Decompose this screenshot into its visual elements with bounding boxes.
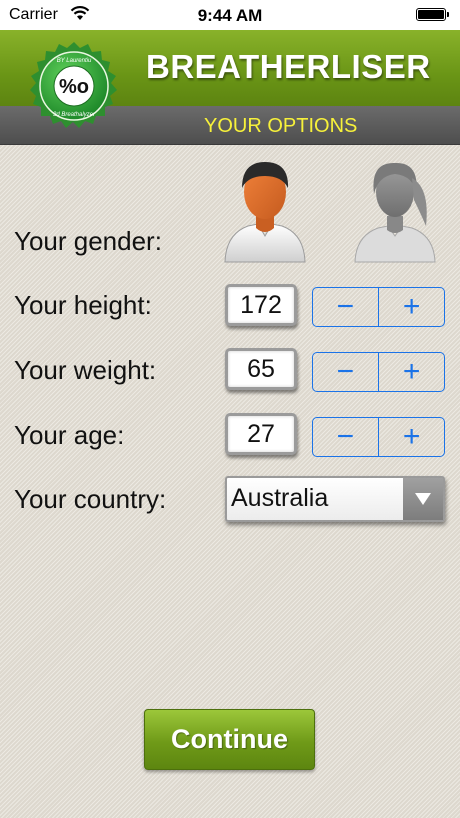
dropdown-button[interactable] xyxy=(403,478,443,520)
weight-value[interactable]: 65 xyxy=(225,348,297,390)
weight-stepper: − + xyxy=(312,352,445,392)
svg-text:%o: %o xyxy=(59,76,89,98)
female-avatar-icon[interactable] xyxy=(350,154,440,266)
age-label: Your age: xyxy=(14,420,125,450)
svg-text:BY Laurentiu: BY Laurentiu xyxy=(57,58,92,64)
height-decrement-button[interactable]: − xyxy=(313,288,378,326)
country-selected-value: Australia xyxy=(231,484,329,512)
chevron-down-icon xyxy=(415,493,431,505)
country-label: Your country: xyxy=(14,484,167,514)
gender-label: Your gender: xyxy=(14,226,162,256)
age-value[interactable]: 27 xyxy=(225,413,297,455)
status-bar: Carrier 9:44 AM xyxy=(0,0,460,30)
height-value[interactable]: 172 xyxy=(225,284,297,326)
height-stepper: − + xyxy=(312,287,445,327)
male-avatar-icon[interactable] xyxy=(220,154,310,266)
battery-icon xyxy=(416,8,449,21)
age-increment-button[interactable]: + xyxy=(379,418,444,456)
weight-label: Your weight: xyxy=(14,355,157,385)
age-decrement-button[interactable]: − xyxy=(313,418,378,456)
country-select[interactable]: Australia xyxy=(225,476,445,522)
height-increment-button[interactable]: + xyxy=(379,288,444,326)
clock: 9:44 AM xyxy=(197,6,263,25)
continue-button[interactable]: Continue xyxy=(144,709,315,770)
height-label: Your height: xyxy=(14,290,152,320)
age-stepper: − + xyxy=(312,417,445,457)
weight-increment-button[interactable]: + xyxy=(379,353,444,391)
app-title: BREATHERLISER xyxy=(146,48,431,85)
page-title: YOUR OPTIONS xyxy=(204,115,358,137)
app-logo: %o BY Laurentiu 3d Breathalyzer xyxy=(30,42,117,128)
weight-decrement-button[interactable]: − xyxy=(313,353,378,391)
svg-text:3d Breathalyzer: 3d Breathalyzer xyxy=(53,112,96,118)
